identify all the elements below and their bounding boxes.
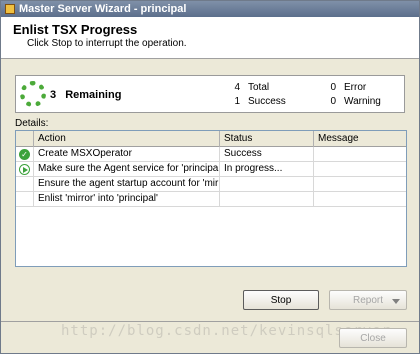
success-count: 1	[234, 96, 240, 107]
table-row[interactable]: ✓ Create MSXOperator Success	[16, 147, 406, 162]
error-label: Error	[344, 82, 367, 93]
success-stat: 1 Success	[232, 96, 286, 107]
row-message	[314, 162, 406, 177]
column-status[interactable]: Status	[220, 131, 314, 147]
chevron-down-icon	[392, 299, 400, 304]
column-message[interactable]: Message	[314, 131, 406, 147]
row-message	[314, 192, 406, 207]
column-action[interactable]: Action	[34, 131, 220, 147]
row-action: Ensure the agent startup account for 'mi…	[34, 177, 220, 192]
remaining-label: Remaining	[65, 89, 122, 101]
details-grid[interactable]: Action Status Message ✓ Create MSXOperat…	[15, 130, 407, 267]
remaining-count: 3	[50, 89, 57, 101]
success-label: Success	[248, 96, 286, 107]
page-subtitle: Click Stop to interrupt the operation.	[27, 38, 187, 49]
total-count: 4	[234, 82, 240, 93]
error-count: 0	[330, 82, 336, 93]
row-status: In progress...	[220, 162, 314, 177]
row-action: Create MSXOperator	[34, 147, 220, 162]
details-label: Details:	[15, 118, 49, 129]
row-action: Enlist 'mirror' into 'principal'	[34, 192, 220, 207]
row-message	[314, 177, 406, 192]
grid-header: Action Status Message	[16, 131, 406, 147]
report-button[interactable]: Report	[329, 290, 407, 310]
total-stat: 4 Total	[232, 82, 269, 93]
row-status: Success	[220, 147, 314, 162]
row-status	[220, 177, 314, 192]
in-progress-icon	[19, 164, 30, 175]
warning-count: 0	[330, 96, 336, 107]
wizard-header: Enlist TSX Progress Click Stop to interr…	[1, 17, 419, 59]
error-stat: 0 Error	[328, 82, 366, 93]
icon-column-header	[16, 131, 34, 147]
remaining-status: 3 Remaining	[50, 89, 121, 101]
table-row[interactable]: Make sure the Agent service for 'princip…	[16, 162, 406, 177]
report-button-label: Report	[352, 294, 383, 306]
close-button[interactable]: Close	[339, 328, 407, 348]
total-label: Total	[248, 82, 270, 93]
row-message	[314, 147, 406, 162]
warning-stat: 0 Warning	[328, 96, 381, 107]
table-row[interactable]: Ensure the agent startup account for 'mi…	[16, 177, 406, 192]
progress-summary: 3 Remaining 4 Total 1 Success 0 Error 0 Warn…	[15, 75, 405, 113]
row-status	[220, 192, 314, 207]
app-icon	[5, 4, 15, 14]
footer-separator	[1, 321, 419, 322]
row-action: Make sure the Agent service for 'princip…	[34, 162, 220, 177]
success-icon: ✓	[19, 149, 30, 160]
wizard-window: Master Server Wizard - principal Enlist …	[0, 0, 420, 354]
page-title: Enlist TSX Progress	[13, 22, 138, 37]
window-title: Master Server Wizard - principal	[19, 3, 187, 15]
warning-label: Warning	[344, 96, 381, 107]
stop-button[interactable]: Stop	[243, 290, 319, 310]
progress-spinner-icon	[20, 81, 46, 107]
title-bar: Master Server Wizard - principal	[1, 1, 419, 17]
table-row[interactable]: Enlist 'mirror' into 'principal'	[16, 192, 406, 207]
